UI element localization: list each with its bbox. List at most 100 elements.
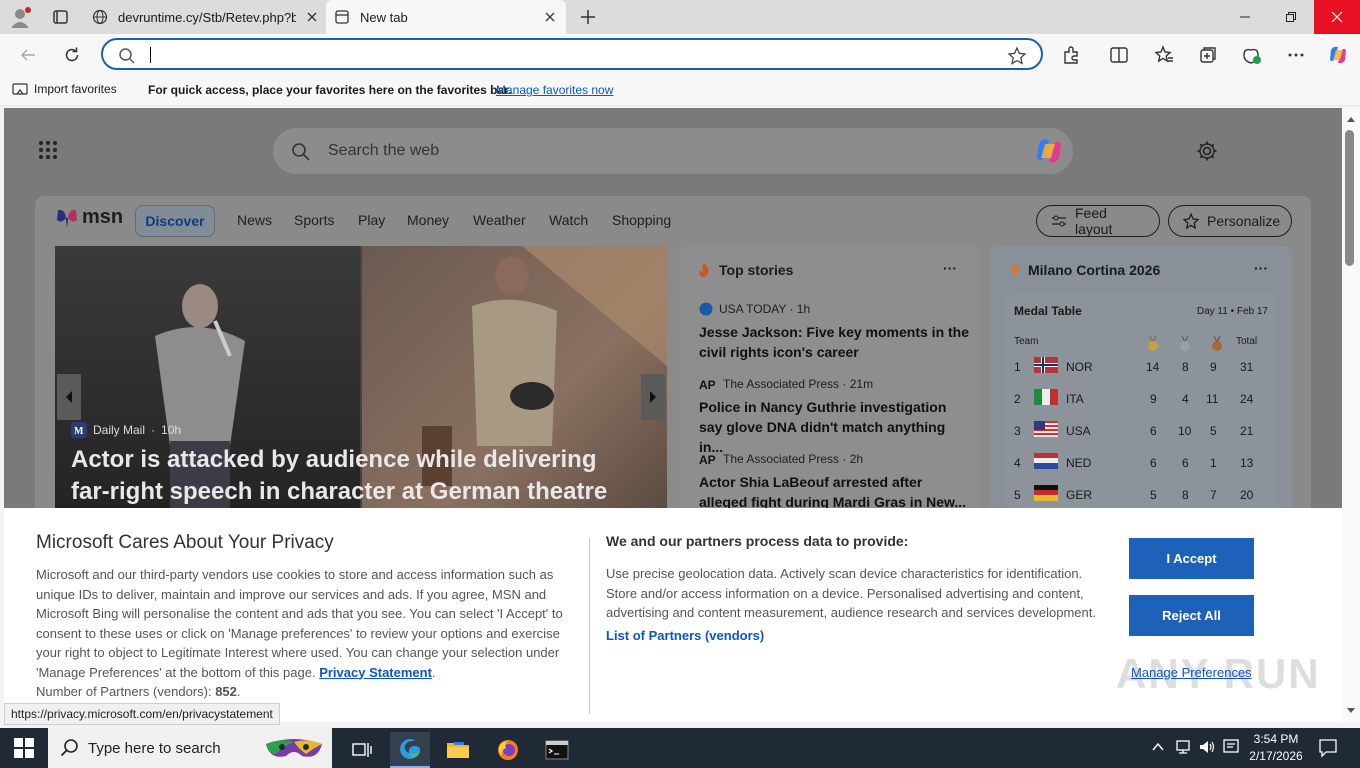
carousel-prev-icon[interactable] <box>57 374 81 420</box>
gold-count: 9 <box>1150 392 1157 406</box>
gold-count: 14 <box>1146 360 1160 374</box>
olympics-medal-card[interactable]: Milano Cortina 2026 ··· Medal Table Day … <box>990 246 1292 516</box>
story-item[interactable]: AP The Associated Press · 21m Police in N… <box>699 377 969 457</box>
hero-carousel[interactable]: M Daily Mail · 10h Actor is attacked by … <box>55 246 667 516</box>
tab-devruntime[interactable]: devruntime.cy/Stb/Retev.php?bl= <box>84 0 326 34</box>
app-launcher-icon[interactable] <box>38 140 58 160</box>
scroll-down-icon[interactable] <box>1342 704 1360 718</box>
medal-row[interactable]: 3 USA 6 10 5 21 <box>1014 420 1268 442</box>
top-stories-more-icon[interactable]: ··· <box>943 260 957 276</box>
gold-count: 6 <box>1150 424 1157 438</box>
tab-new-tab[interactable]: New tab <box>326 0 566 34</box>
medal-row[interactable]: 1 NOR 14 8 9 31 <box>1014 356 1268 378</box>
nav-money[interactable]: Money <box>407 212 449 228</box>
gold-count: 6 <box>1150 456 1157 470</box>
svg-text:AP: AP <box>699 453 716 465</box>
terminal-icon[interactable] <box>537 732 577 768</box>
copilot-icon[interactable] <box>1033 136 1065 166</box>
svg-text:AP: AP <box>699 378 716 390</box>
hero-source-name: Daily Mail <box>93 423 146 437</box>
volume-icon[interactable] <box>1198 738 1216 756</box>
task-view-icon[interactable] <box>342 732 382 768</box>
medal-row[interactable]: 4 NED 6 6 1 13 <box>1014 452 1268 474</box>
web-search-box[interactable]: Search the web <box>273 128 1073 174</box>
silver-count: 8 <box>1182 488 1189 502</box>
new-tab-plus-icon[interactable] <box>578 7 598 27</box>
feed-layout-button[interactable]: Feed layout <box>1036 205 1160 237</box>
list-of-partners-link[interactable]: List of Partners (vendors) <box>606 628 764 643</box>
nav-discover[interactable]: Discover <box>135 205 215 237</box>
personalize-button[interactable]: Personalize <box>1168 205 1292 237</box>
italy-flag-icon <box>1034 389 1058 405</box>
tab-title: devruntime.cy/Stb/Retev.php?bl= <box>118 10 296 25</box>
notifications-icon[interactable] <box>1318 738 1338 758</box>
usa-flag-icon <box>1034 421 1058 437</box>
restore-icon[interactable] <box>1268 0 1314 34</box>
scroll-up-icon[interactable] <box>1342 112 1360 126</box>
medal-row[interactable]: 2 ITA 9 4 11 24 <box>1014 388 1268 410</box>
browser-essentials-icon[interactable] <box>1240 43 1264 67</box>
nav-shopping[interactable]: Shopping <box>612 212 671 228</box>
favorite-star-icon[interactable] <box>1007 46 1027 66</box>
msn-brand-text: msn <box>82 206 124 228</box>
bronze-count: 7 <box>1210 488 1217 502</box>
system-clock[interactable]: 3:54 PM 2/17/2026 <box>1244 731 1308 765</box>
page-scrollbar[interactable] <box>1342 108 1360 722</box>
tray-overflow-chevron-icon[interactable] <box>1150 738 1166 756</box>
privacy-statement-link[interactable]: Privacy Statement <box>319 665 432 680</box>
olympics-more-icon[interactable]: ··· <box>1254 260 1268 276</box>
tab-title: New tab <box>360 10 408 25</box>
process-title: We and our partners process data to prov… <box>606 533 909 549</box>
import-favorites-button[interactable]: Import favorites <box>12 82 117 96</box>
page-settings-gear-icon[interactable] <box>1196 140 1218 162</box>
file-explorer-icon[interactable] <box>438 732 478 768</box>
close-tab-icon[interactable] <box>542 9 558 25</box>
story-headline[interactable]: Jesse Jackson: Five key moments in the c… <box>699 322 969 362</box>
story-item[interactable]: AP The Associated Press · 2h Actor Shia L… <box>699 452 969 512</box>
newtab-page-icon <box>334 9 350 25</box>
nav-sports[interactable]: Sports <box>294 212 334 228</box>
manage-preferences-link[interactable]: Manage Preferences <box>1131 665 1252 680</box>
medal-table-title: Medal Table <box>1014 304 1082 318</box>
tab-actions-icon[interactable] <box>46 4 74 30</box>
carousel-next-icon[interactable] <box>641 374 665 420</box>
close-tab-icon[interactable] <box>304 9 320 25</box>
settings-more-icon[interactable] <box>1284 43 1308 67</box>
nav-news[interactable]: News <box>237 212 272 228</box>
favorites-icon[interactable] <box>1152 43 1176 67</box>
refresh-icon[interactable] <box>60 43 84 67</box>
minimize-icon[interactable] <box>1222 0 1268 34</box>
personalize-label: Personalize <box>1207 213 1281 229</box>
medal-row[interactable]: 5 GER 5 8 7 20 <box>1014 484 1268 506</box>
address-bar[interactable] <box>101 38 1043 70</box>
nav-play[interactable]: Play <box>358 212 385 228</box>
scrollbar-thumb[interactable] <box>1345 130 1354 266</box>
firefox-icon[interactable] <box>488 732 528 768</box>
nav-watch[interactable]: Watch <box>549 212 588 228</box>
windows-start-icon[interactable] <box>14 738 34 758</box>
reject-all-button[interactable]: Reject All <box>1129 595 1254 636</box>
back-icon[interactable] <box>16 43 40 67</box>
network-icon[interactable] <box>1175 738 1193 756</box>
edge-taskbar-icon[interactable] <box>390 732 430 768</box>
collections-icon[interactable] <box>1196 43 1220 67</box>
accept-button[interactable]: I Accept <box>1129 538 1254 579</box>
story-headline[interactable]: Actor Shia LaBeouf arrested after allege… <box>699 472 969 512</box>
nav-weather[interactable]: Weather <box>473 212 526 228</box>
close-window-icon[interactable] <box>1314 0 1360 34</box>
input-indicator-icon[interactable] <box>1222 738 1240 756</box>
extensions-icon[interactable] <box>1059 43 1083 67</box>
ap-logo-icon: AP <box>699 378 717 390</box>
process-body: Use precise geolocation data. Actively s… <box>606 566 1096 620</box>
netherlands-flag-icon <box>1034 453 1058 469</box>
story-headline[interactable]: Police in Nancy Guthrie investigation sa… <box>699 397 969 457</box>
total-count: 21 <box>1240 424 1254 438</box>
story-item[interactable]: USA TODAY · 1h Jesse Jackson: Five key m… <box>699 302 969 362</box>
manage-favorites-link[interactable]: Manage favorites now <box>496 83 613 97</box>
taskbar-search-box[interactable]: Type here to search <box>48 728 332 768</box>
split-screen-icon[interactable] <box>1107 43 1131 67</box>
hero-headline[interactable]: Actor is attacked by audience while deli… <box>71 444 631 508</box>
profile-icon[interactable] <box>6 4 34 30</box>
msn-logo[interactable]: msn <box>55 206 123 229</box>
copilot-icon[interactable] <box>1326 43 1350 67</box>
